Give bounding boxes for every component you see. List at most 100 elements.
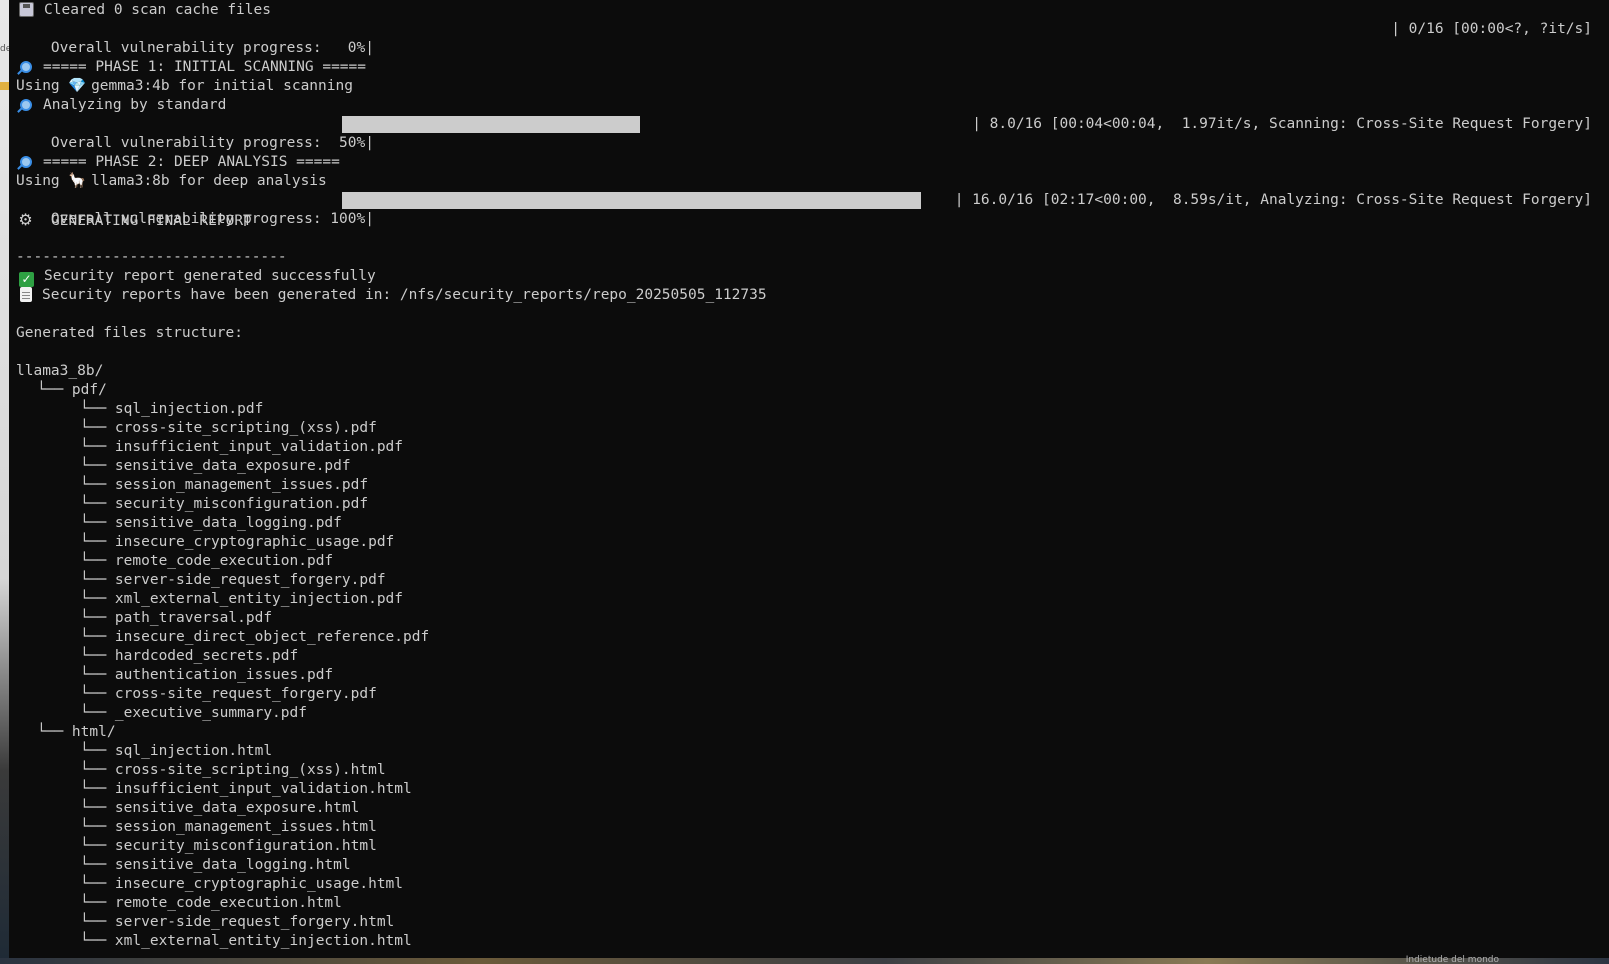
tree-html-dir: └── html/ [37,724,116,740]
progress-fill-phase1 [342,116,640,133]
progress-line-start: Overall vulnerability progress: 0%| | 0/… [16,20,1600,56]
analyzing-line: Analyzing by standard [16,96,1600,115]
pdf-file-item: └── sensitive_data_logging.pdf [16,514,1600,533]
html-file-name: insufficient_input_validation.html [114,781,412,797]
tree-branch: └── [80,933,115,949]
tree-branch: └── [80,458,115,474]
desktop-background-strip: Indietude del mondo [0,955,1609,964]
pdf-file-name: cross-site_request_forgery.pdf [114,686,377,702]
tree-branch: └── [80,591,115,607]
phase1-using-line: Using 💎 gemma3:4b for initial scanning [16,77,1600,96]
progress-bar-phase2 [342,191,921,210]
background-peek-icon [0,82,9,90]
tree-branch: └── [80,534,115,550]
tree-branch: └── [80,743,115,759]
pdf-file-name: cross-site_scripting_(xss).pdf [114,420,377,436]
html-file-item: └── insecure_cryptographic_usage.html [16,875,1600,894]
tree-branch: └── [80,686,115,702]
using-prefix: Using [16,173,69,189]
tree-branch: └── [80,800,115,816]
separator-line: ------------------------------- [16,248,1600,267]
separator: ------------------------------- [16,249,287,265]
html-file-item: └── sql_injection.html [16,742,1600,761]
tree-pdf-dir: └── pdf/ [37,382,107,398]
html-file-name: remote_code_execution.html [114,895,342,911]
phase2-using-line: Using 🦙 llama3:8b for deep analysis [16,172,1600,191]
html-file-name: xml_external_entity_injection.html [114,933,412,949]
gem-icon: 💎 [68,78,92,94]
pdf-file-item: └── authentication_issues.pdf [16,666,1600,685]
tree-branch: └── [80,914,115,930]
magnifier-icon [20,99,32,111]
pdf-file-name: insecure_cryptographic_usage.pdf [114,534,395,550]
background-peek-text: de [0,44,9,54]
pdf-file-name: session_management_issues.pdf [114,477,369,493]
tree-branch: └── [80,496,115,512]
pdf-file-item: └── sensitive_data_exposure.pdf [16,457,1600,476]
pdf-file-item: └── cross-site_scripting_(xss).pdf [16,419,1600,438]
html-file-name: sql_injection.html [114,743,273,759]
html-file-name: sensitive_data_exposure.html [114,800,360,816]
pdf-file-name: server-side_request_forgery.pdf [114,572,386,588]
pdf-file-name: sensitive_data_logging.pdf [114,515,342,531]
tree-branch: └── [80,838,115,854]
html-file-name: sensitive_data_logging.html [114,857,351,873]
tree-root-dir: llama3_8b/ [16,363,104,379]
tree-branch: └── [80,762,115,778]
tree-branch: └── [80,420,115,436]
tree-pdf-dir-line: └── pdf/ [16,381,1600,400]
tree-branch: └── [80,629,115,645]
pdf-file-item: └── remote_code_execution.pdf [16,552,1600,571]
tree-branch: └── [80,648,115,664]
tree-branch: └── [80,895,115,911]
success-line: ✓ Security report generated successfully [16,267,1600,287]
html-file-item: └── cross-site_scripting_(xss).html [16,761,1600,780]
html-file-name: cross-site_scripting_(xss).html [114,762,386,778]
generating-line: ⚙ GENERATING FINAL REPORT [16,210,1600,229]
tree-branch: └── [80,477,115,493]
html-file-item: └── server-side_request_forgery.html [16,913,1600,932]
phase2-header: ===== PHASE 2: DEEP ANALYSIS ===== [43,154,340,170]
magnifier-icon [20,156,32,168]
document-icon [20,287,32,302]
progress-stats-phase1: | 8.0/16 [00:04<00:04, 1.97it/s, Scannin… [972,116,1592,132]
html-file-name: insecure_cryptographic_usage.html [114,876,404,892]
analyzing-text: Analyzing by standard [43,97,227,113]
tree-branch: └── [80,876,115,892]
phase1-header: ===== PHASE 1: INITIAL SCANNING ===== [43,59,367,75]
cache-cleared-text: Cleared 0 scan cache files [44,2,271,18]
phase2-model: llama3:8b for deep analysis [91,173,327,189]
tree-html-dir-line: └── html/ [16,723,1600,742]
html-file-item: └── sensitive_data_logging.html [16,856,1600,875]
tree-branch: └── [80,401,115,417]
progress-bar-phase1 [342,115,938,134]
pdf-file-name: sensitive_data_exposure.pdf [114,458,351,474]
structure-title-line: Generated files structure: [16,324,1600,343]
background-window-edge: de [0,0,9,964]
gear-icon: ⚙ [18,210,33,229]
pdf-file-item: └── server-side_request_forgery.pdf [16,571,1600,590]
progress-line-phase1: Overall vulnerability progress: 50%| | 8… [16,115,1600,151]
html-file-name: session_management_issues.html [114,819,377,835]
tree-branch: └── [80,819,115,835]
reports-location-text: Security reports have been generated in:… [42,287,767,303]
cache-cleared-line: Cleared 0 scan cache files [16,1,1600,20]
pdf-file-name: _executive_summary.pdf [114,705,307,721]
pdf-file-item: └── insecure_direct_object_reference.pdf [16,628,1600,647]
pdf-file-name: xml_external_entity_injection.pdf [114,591,404,607]
pdf-file-item: └── security_misconfiguration.pdf [16,495,1600,514]
floppy-disk-icon [19,2,34,17]
terminal-window[interactable]: Cleared 0 scan cache files Overall vulne… [16,1,1600,956]
magnifier-icon [20,61,32,73]
tree-branch: └── [80,439,115,455]
llama-icon: 🦙 [68,173,92,189]
pdf-file-name: path_traversal.pdf [114,610,273,626]
html-file-item: └── session_management_issues.html [16,818,1600,837]
success-text: Security report generated successfully [44,268,376,284]
tree-branch: └── [80,781,115,797]
pdf-file-item: └── sql_injection.pdf [16,400,1600,419]
pdf-file-name: remote_code_execution.pdf [114,553,334,569]
pdf-file-name: sql_injection.pdf [114,401,264,417]
